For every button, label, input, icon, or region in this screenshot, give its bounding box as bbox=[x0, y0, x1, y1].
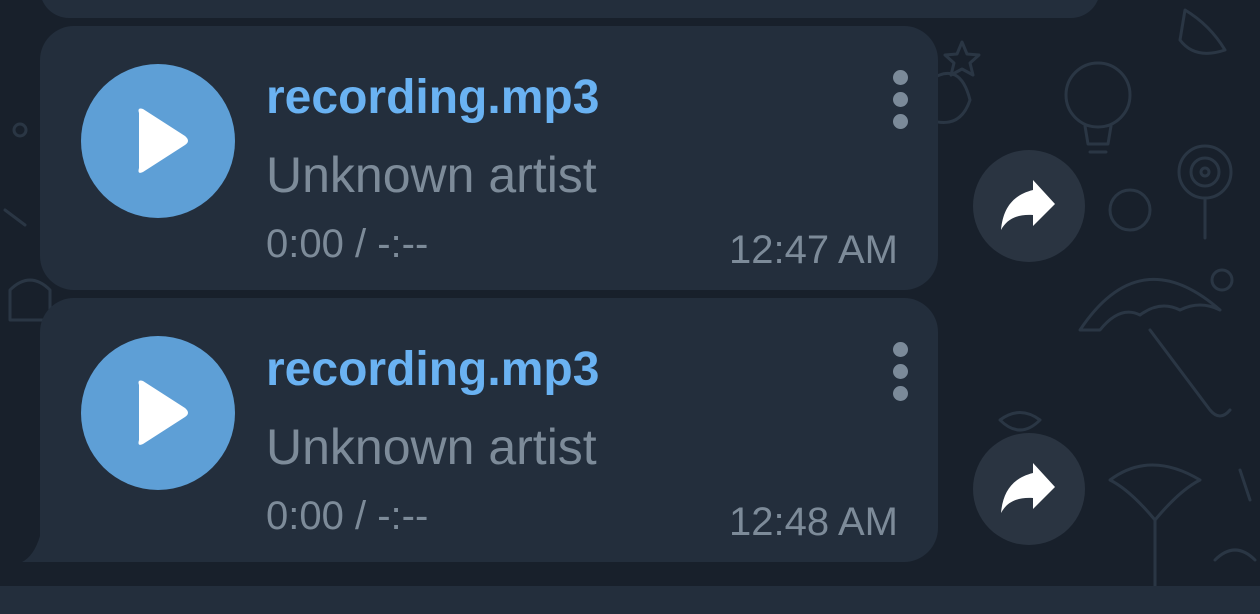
more-vertical-icon[interactable] bbox=[888, 70, 912, 130]
audio-message[interactable]: recording.mp3 Unknown artist 0:00 / -:--… bbox=[40, 298, 938, 562]
message-time: 12:48 AM bbox=[728, 500, 898, 544]
audio-message[interactable]: recording.mp3 Unknown artist 0:00 / -:--… bbox=[40, 26, 938, 290]
play-button[interactable] bbox=[81, 336, 235, 490]
previous-message-bubble bbox=[40, 0, 1100, 18]
play-button[interactable] bbox=[81, 64, 235, 218]
play-icon bbox=[138, 380, 188, 445]
message-time: 12:47 AM bbox=[728, 228, 898, 272]
audio-duration: 0:00 / -:-- bbox=[266, 494, 429, 538]
audio-duration: 0:00 / -:-- bbox=[266, 222, 429, 266]
share-forward-icon bbox=[1001, 463, 1055, 513]
chat-background: recording.mp3 Unknown artist 0:00 / -:--… bbox=[0, 0, 1260, 614]
audio-artist: Unknown artist bbox=[266, 419, 597, 475]
play-icon bbox=[138, 108, 188, 173]
audio-title: recording.mp3 bbox=[266, 343, 600, 396]
more-vertical-icon[interactable] bbox=[888, 342, 912, 402]
audio-title: recording.mp3 bbox=[266, 71, 600, 124]
audio-artist: Unknown artist bbox=[266, 147, 597, 203]
share-forward-icon bbox=[1001, 180, 1055, 230]
share-button[interactable] bbox=[973, 150, 1085, 262]
input-bar bbox=[0, 586, 1260, 614]
share-button[interactable] bbox=[973, 433, 1085, 545]
bubble-tail bbox=[22, 536, 58, 562]
